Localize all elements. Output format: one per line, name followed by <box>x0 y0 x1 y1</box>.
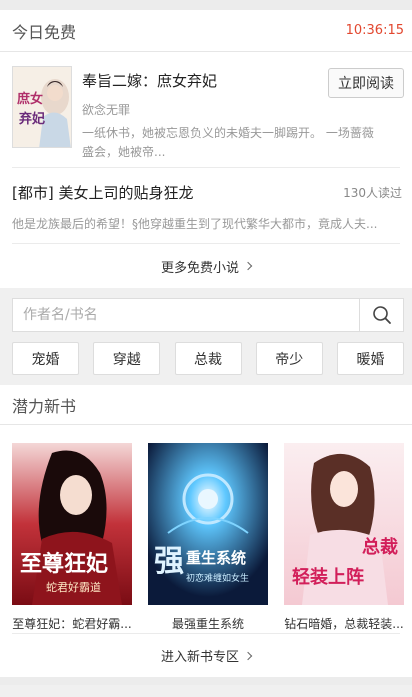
book-cover[interactable]: 至尊狂妃 蛇君好霸道 <box>12 443 132 605</box>
text-free-book[interactable]: [都市] 美女上司的贴身狂龙 130人读过 他是龙族最后的希望！§他穿越重生到了… <box>0 168 412 243</box>
book-cover[interactable]: 强 重生系统 初恋难缠如女生 <box>148 443 268 605</box>
tag-zongcai[interactable]: 总裁 <box>174 342 242 375</box>
svg-text:重生系统: 重生系统 <box>186 549 246 567</box>
svg-text:初恋难缠如女生: 初恋难缠如女生 <box>186 572 249 584</box>
svg-text:总裁: 总裁 <box>362 536 398 558</box>
text-book-title[interactable]: [都市] 美女上司的贴身狂龙 <box>12 182 193 203</box>
new-books-list: 至尊狂妃 蛇君好霸道 至尊狂妃：蛇君好霸... 强 重生系统 初恋难缠如女生 最… <box>0 425 412 633</box>
svg-text:至尊狂妃: 至尊狂妃 <box>20 551 108 577</box>
svg-text:弃妃: 弃妃 <box>19 111 45 127</box>
svg-text:蛇君好霸道: 蛇君好霸道 <box>46 580 101 594</box>
search-icon <box>372 306 391 324</box>
category-tags: 宠婚 穿越 总裁 帝少 暖婚 <box>12 342 404 375</box>
book-card-title[interactable]: 钻石暗婚，总裁轻装... <box>284 615 404 632</box>
enter-new-books-label: 进入新书专区 <box>160 650 239 665</box>
search-box <box>12 298 404 332</box>
enter-new-books-link[interactable]: 进入新书专区 <box>12 633 400 677</box>
free-today-header: 今日免费 10:36:15 <box>0 10 412 52</box>
book-cover[interactable]: 总裁 轻装上阵 <box>284 443 404 605</box>
book-cover[interactable]: 庶女 弃妃 <box>12 66 72 148</box>
tag-chonghun[interactable]: 宠婚 <box>12 342 79 375</box>
search-button[interactable] <box>359 299 403 331</box>
top-strip <box>0 0 412 10</box>
book-card[interactable]: 至尊狂妃 蛇君好霸道 至尊狂妃：蛇君好霸... <box>12 443 132 633</box>
featured-book-description: 一纸休书，她被忘恩负义的未婚夫一脚踢开。 一场蔷薇盛会，她被帝... <box>82 126 374 159</box>
book-card[interactable]: 总裁 轻装上阵 钻石暗婚，总裁轻装... <box>284 443 404 633</box>
countdown-timer: 10:36:15 <box>345 23 404 38</box>
free-today-section: 今日免费 10:36:15 庶女 弃妃 奉旨二嫁：庶女弃妃 欲念无罪 一纸休书，… <box>0 10 412 288</box>
svg-text:强: 强 <box>154 544 184 579</box>
book-card[interactable]: 强 重生系统 初恋难缠如女生 最强重生系统 <box>148 443 268 633</box>
chevron-right-icon <box>243 261 253 271</box>
text-book-readers: 130人读过 <box>343 186 402 200</box>
svg-text:轻装上阵: 轻装上阵 <box>292 566 364 588</box>
svg-text:庶女: 庶女 <box>17 91 43 107</box>
more-free-label: 更多免费小说 <box>160 260 239 276</box>
new-books-section: 潜力新书 至尊狂妃 蛇君好霸道 至尊狂妃：蛇君好霸... 强 重生系统 初恋难缠… <box>0 385 412 677</box>
featured-free-book[interactable]: 庶女 弃妃 奉旨二嫁：庶女弃妃 欲念无罪 一纸休书，她被忘恩负义的未婚夫一脚踢开… <box>0 52 412 167</box>
tag-nuanhun[interactable]: 暖婚 <box>337 342 404 375</box>
new-books-title: 潜力新书 <box>12 396 77 416</box>
chevron-right-icon <box>243 651 253 660</box>
tag-chuanyue[interactable]: 穿越 <box>93 342 161 375</box>
featured-book-author: 欲念无罪 <box>82 103 131 117</box>
book-card-title[interactable]: 最强重生系统 <box>148 615 268 632</box>
book-card-title[interactable]: 至尊狂妃：蛇君好霸... <box>12 615 132 632</box>
new-books-header: 潜力新书 <box>0 385 412 425</box>
search-section: 宠婚 穿越 总裁 帝少 暖婚 <box>0 288 412 383</box>
tag-dishao[interactable]: 帝少 <box>255 342 323 375</box>
free-today-title: 今日免费 <box>12 22 77 42</box>
more-free-link[interactable]: 更多免费小说 <box>12 243 400 288</box>
search-input[interactable] <box>13 299 359 331</box>
text-book-description: 他是龙族最后的希望！§他穿越重生到了现代繁华大都市，竟成人夫... <box>12 217 378 231</box>
read-now-button[interactable]: 立即阅读 <box>328 68 404 98</box>
bottom-strip <box>0 677 412 685</box>
